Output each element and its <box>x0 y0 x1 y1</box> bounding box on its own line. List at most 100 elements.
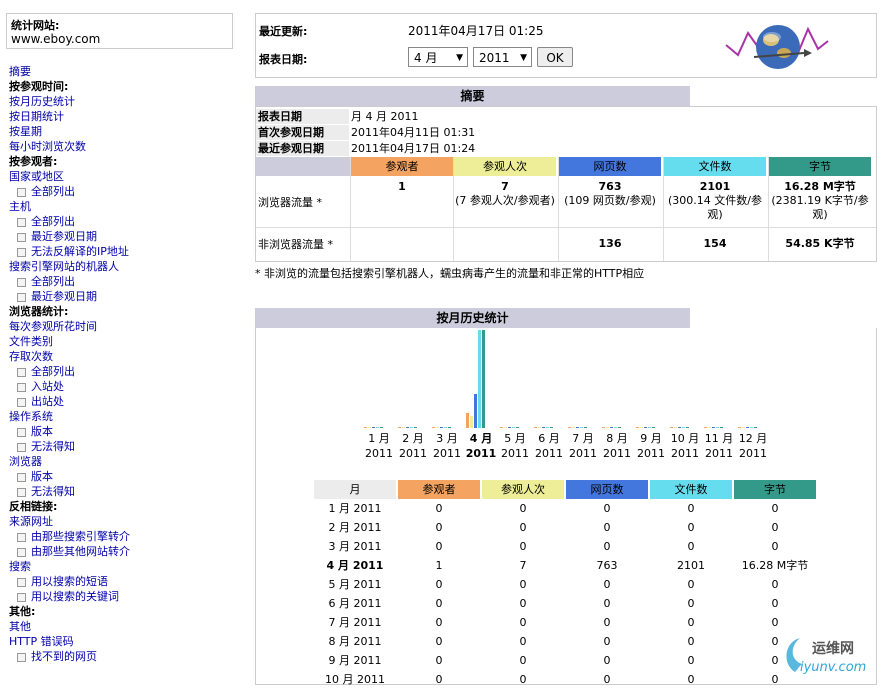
sidebar-item-5[interactable]: 每小时浏览次数 <box>9 139 239 154</box>
sidebar-item-27[interactable]: 版本 <box>9 469 239 484</box>
month-table-header: 文件数 <box>650 480 732 499</box>
sidebar-item-20[interactable]: 全部列出 <box>9 364 239 379</box>
sidebar-item-label: 用以搜索的关键词 <box>31 590 119 603</box>
sidebar-item-31[interactable]: 由那些搜索引擎转介 <box>9 529 239 544</box>
sidebar-item-8[interactable]: 全部列出 <box>9 184 239 199</box>
sidebar-item-label: 搜索 <box>9 560 31 573</box>
month-table-cell: 0 <box>687 635 695 648</box>
month-select-value: 4 月 <box>414 51 438 65</box>
sidebar-item-label: 主机 <box>9 200 31 213</box>
chart-month-label: 6 月 2011 <box>532 431 566 461</box>
tree-node-icon <box>17 532 26 542</box>
sidebar-item-7[interactable]: 国家或地区 <box>9 169 239 184</box>
chart-month-name: 11 月 <box>704 432 734 445</box>
chart-bar <box>432 427 435 428</box>
chart-month-name: 7 月 <box>572 432 594 445</box>
sidebar-item-30[interactable]: 来源网址 <box>9 514 239 529</box>
tree-node-icon <box>17 217 26 227</box>
sidebar-item-10[interactable]: 全部列出 <box>9 214 239 229</box>
summary-browser-value: 2101 <box>699 180 731 193</box>
sidebar-item-9[interactable]: 主机 <box>9 199 239 214</box>
month-table-cell: 2 月 2011 <box>328 521 382 534</box>
sidebar-item-22[interactable]: 出站处 <box>9 394 239 409</box>
sidebar-item-33[interactable]: 搜索 <box>9 559 239 574</box>
sidebar-item-38[interactable]: HTTP 错误码 <box>9 634 239 649</box>
watermark-cn: 运维网 <box>812 641 854 657</box>
chart-month-label: 5 月 2011 <box>498 431 532 461</box>
sidebar-item-11[interactable]: 最近参观日期 <box>9 229 239 244</box>
sidebar-item-label: 由那些其他网站转介 <box>31 545 130 558</box>
sidebar-item-label: 无法得知 <box>31 485 75 498</box>
year-select[interactable]: 2011 ▼ <box>473 47 532 67</box>
chart-bar <box>436 427 439 428</box>
chart-bar <box>542 427 545 428</box>
month-table-cell: 0 <box>603 578 611 591</box>
ok-button[interactable]: OK <box>537 47 573 67</box>
sidebar-item-label: 由那些搜索引擎转介 <box>31 530 130 543</box>
month-table-cell: 7 <box>519 559 527 572</box>
sidebar-item-34[interactable]: 用以搜索的短语 <box>9 574 239 589</box>
month-table-cell: 0 <box>519 540 527 553</box>
sidebar-item-label: 全部列出 <box>31 365 75 378</box>
sidebar-item-14[interactable]: 全部列出 <box>9 274 239 289</box>
sidebar-item-1: 按参观时间: <box>9 79 239 94</box>
chart-bar <box>686 427 689 428</box>
summary-browser-value: 763 <box>598 180 622 193</box>
chart-month-name: 10 月 <box>670 432 700 445</box>
chart-bar <box>534 427 537 428</box>
chart-bar <box>670 427 673 428</box>
chart-bar <box>754 427 757 428</box>
sidebar-item-21[interactable]: 入站处 <box>9 379 239 394</box>
sidebar-item-19[interactable]: 存取次数 <box>9 349 239 364</box>
month-select[interactable]: 4 月 ▼ <box>408 47 468 67</box>
sidebar-item-32[interactable]: 由那些其他网站转介 <box>9 544 239 559</box>
sidebar-item-39[interactable]: 找不到的网页 <box>9 649 239 664</box>
tree-node-icon <box>17 427 26 437</box>
summary-browser-subvalue: (2381.19 K字节/参观) <box>771 194 869 221</box>
sidebar-item-4[interactable]: 按星期 <box>9 124 239 139</box>
summary-browser-value: 16.28 M字节 <box>784 180 856 193</box>
month-table-cell: 0 <box>435 521 443 534</box>
sidebar-item-label: 版本 <box>31 425 53 438</box>
sidebar-item-17[interactable]: 每次参观所花时间 <box>9 319 239 334</box>
tree-node-icon <box>17 187 26 197</box>
month-table-cell: 8 月 2011 <box>328 635 382 648</box>
sidebar-item-35[interactable]: 用以搜索的关键词 <box>9 589 239 604</box>
sidebar-item-0[interactable]: 摘要 <box>9 64 239 79</box>
chart-month-name: 2 月 <box>402 432 424 445</box>
sidebar-item-label: 操作系统 <box>9 410 53 423</box>
sidebar-item-26[interactable]: 浏览器 <box>9 454 239 469</box>
sidebar-item-25[interactable]: 无法得知 <box>9 439 239 454</box>
month-table-cell: 0 <box>603 540 611 553</box>
first-visit-value: 2011年04月11日 01:31 <box>351 126 476 139</box>
chart-bar <box>674 427 677 428</box>
month-table-cell: 0 <box>687 616 695 629</box>
chart-bar <box>738 427 741 428</box>
sidebar-item-2[interactable]: 按月历史统计 <box>9 94 239 109</box>
sidebar-nav: 摘要 按参观时间: 按月历史统计 按日期统计 按星期 每小时浏览次数 按参观者: 国家或地区全… <box>9 64 239 664</box>
tree-node-icon <box>17 547 26 557</box>
last-update-label: 最近更新: <box>259 25 308 38</box>
chart-month-year: 2011 <box>433 447 461 460</box>
summary-browser-cell: 2101 (300.14 文件数/参观) <box>664 180 766 222</box>
sidebar-item-13[interactable]: 搜索引擎网站的机器人 <box>9 259 239 274</box>
sidebar-item-37[interactable]: 其他 <box>9 619 239 634</box>
sidebar-item-24[interactable]: 版本 <box>9 424 239 439</box>
month-table-cell: 0 <box>771 597 779 610</box>
sidebar-item-16: 浏览器统计: <box>9 304 239 319</box>
tree-node-icon <box>17 397 26 407</box>
first-visit-label: 首次参观日期 <box>256 125 349 140</box>
tree-node-icon <box>17 292 26 302</box>
sidebar-item-15[interactable]: 最近参观日期 <box>9 289 239 304</box>
sidebar-item-18[interactable]: 文件类别 <box>9 334 239 349</box>
chart-bar <box>614 427 617 428</box>
sidebar-item-28[interactable]: 无法得知 <box>9 484 239 499</box>
sidebar-item-label: 用以搜索的短语 <box>31 575 108 588</box>
chart-bar <box>682 427 685 428</box>
sidebar-item-3[interactable]: 按日期统计 <box>9 109 239 124</box>
sidebar-item-12[interactable]: 无法反解译的IP地址 <box>9 244 239 259</box>
sidebar-item-23[interactable]: 操作系统 <box>9 409 239 424</box>
month-table-cell: 0 <box>603 635 611 648</box>
summary-browser-cell: 16.28 M字节 (2381.19 K字节/参观) <box>769 180 871 222</box>
chart-bar <box>512 427 515 428</box>
